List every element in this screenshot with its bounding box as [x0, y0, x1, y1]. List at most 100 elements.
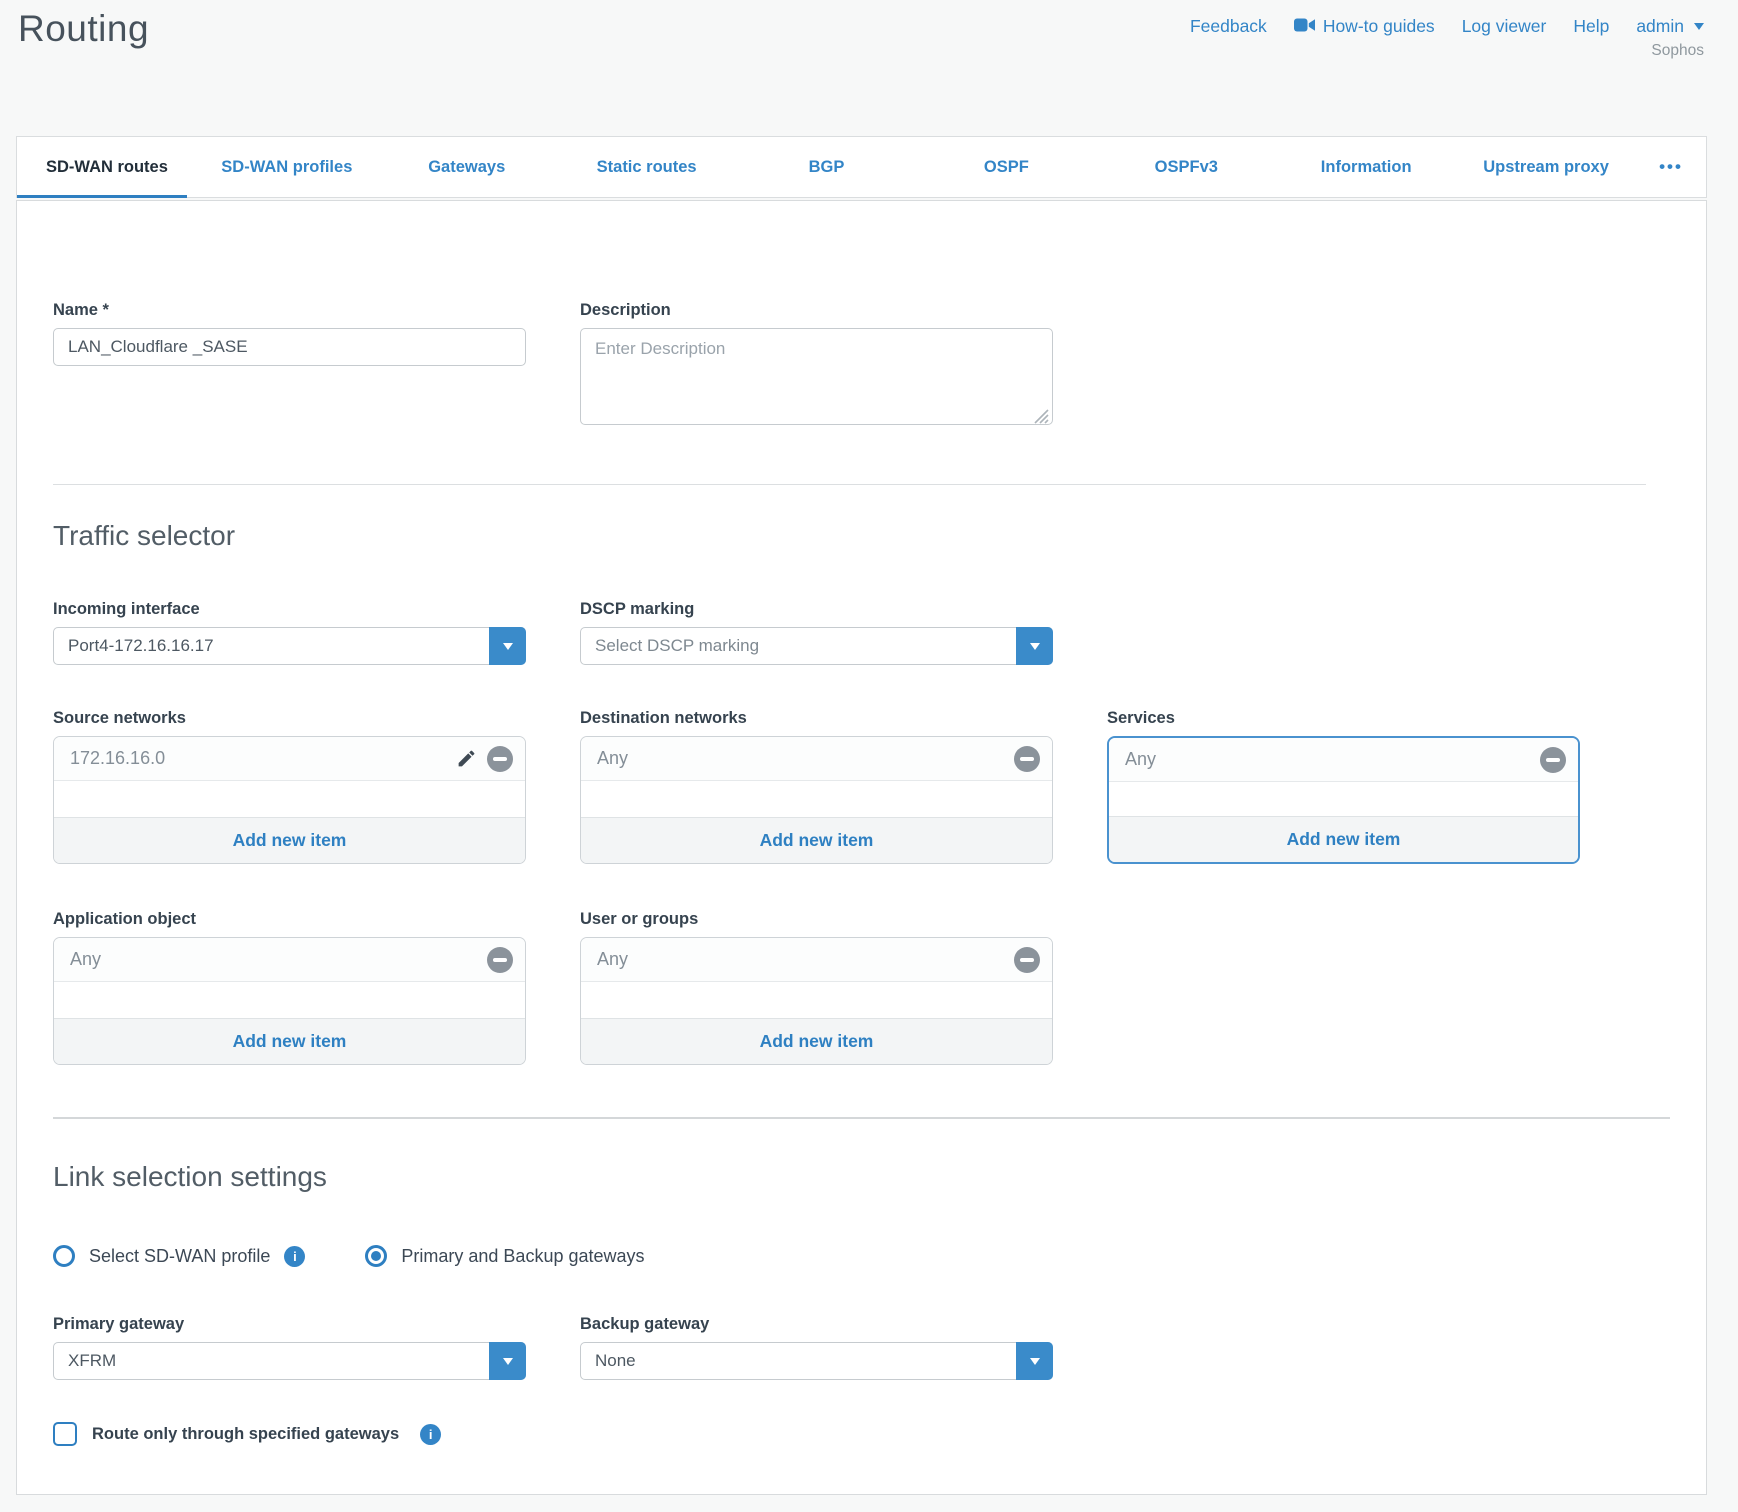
chevron-down-icon[interactable]	[1016, 1342, 1053, 1380]
description-field-group: Description	[580, 301, 1053, 430]
info-icon[interactable]: i	[420, 1424, 441, 1445]
networks-services-row: Source networks 172.16.16.0 Add new item…	[53, 709, 1670, 864]
list-item-value: 172.16.16.0	[70, 748, 456, 769]
add-service-button[interactable]: Add new item	[1109, 816, 1578, 862]
name-input[interactable]	[53, 328, 526, 366]
tab-static-routes[interactable]: Static routes	[557, 137, 737, 197]
page-title: Routing	[18, 8, 149, 50]
backup-gateway-group: Backup gateway None	[580, 1315, 1053, 1380]
tab-ospfv3[interactable]: OSPFv3	[1096, 137, 1276, 197]
section-divider	[53, 484, 1646, 485]
interface-dscp-row: Incoming interface Port4-172.16.16.17 DS…	[53, 600, 1670, 665]
add-user-group-button[interactable]: Add new item	[581, 1018, 1052, 1064]
route-only-row: Route only through specified gateways i	[53, 1422, 1670, 1446]
log-viewer-label: Log viewer	[1462, 16, 1547, 37]
remove-item-icon[interactable]	[1014, 746, 1040, 772]
sdwan-profile-radio[interactable]	[53, 1245, 75, 1267]
list-spacer	[1109, 782, 1578, 816]
user-menu[interactable]: admin	[1636, 16, 1704, 37]
primary-backup-radio[interactable]	[365, 1245, 387, 1267]
incoming-interface-group: Incoming interface Port4-172.16.16.17	[53, 600, 526, 665]
description-label: Description	[580, 301, 1053, 321]
description-textarea[interactable]	[580, 328, 1053, 425]
application-object-group: Application object Any Add new item	[53, 910, 526, 1065]
link-selection-radio-row: Select SD-WAN profile i Primary and Back…	[53, 1245, 1670, 1267]
remove-item-icon[interactable]	[1540, 747, 1566, 773]
list-item: 172.16.16.0	[54, 737, 525, 781]
resize-grip-icon[interactable]	[1034, 409, 1049, 424]
user-menu-label: admin	[1636, 16, 1684, 37]
add-application-button[interactable]: Add new item	[54, 1018, 525, 1064]
application-object-list: Any Add new item	[53, 937, 526, 1065]
services-list: Any Add new item	[1107, 736, 1580, 864]
destination-networks-label: Destination networks	[580, 709, 1053, 729]
route-only-checkbox[interactable]	[53, 1422, 77, 1446]
chevron-down-icon[interactable]	[489, 1342, 526, 1380]
list-item: Any	[54, 938, 525, 982]
gateways-row: Primary gateway XFRM Backup gateway None	[53, 1315, 1670, 1380]
tab-upstream-proxy[interactable]: Upstream proxy	[1456, 137, 1636, 197]
feedback-link[interactable]: Feedback	[1190, 16, 1267, 37]
more-tabs-button[interactable]: •••	[1636, 137, 1706, 197]
backup-gateway-label: Backup gateway	[580, 1315, 1053, 1335]
feedback-label: Feedback	[1190, 16, 1267, 37]
primary-gateway-value: XFRM	[68, 1351, 116, 1371]
page-header: Routing Feedback How-to guides Log viewe…	[0, 0, 1738, 136]
destination-networks-group: Destination networks Any Add new item	[580, 709, 1053, 864]
remove-item-icon[interactable]	[1014, 947, 1040, 973]
dscp-marking-label: DSCP marking	[580, 600, 1053, 620]
traffic-selector-heading: Traffic selector	[53, 518, 1670, 554]
name-description-row: Name * Description	[53, 201, 1670, 430]
list-spacer	[54, 781, 525, 817]
incoming-interface-value: Port4-172.16.16.17	[68, 636, 214, 656]
name-label: Name *	[53, 301, 526, 321]
user-groups-group: User or groups Any Add new item	[580, 910, 1053, 1065]
log-viewer-link[interactable]: Log viewer	[1462, 16, 1547, 37]
routing-page: Routing Feedback How-to guides Log viewe…	[0, 0, 1738, 1512]
howto-guides-label: How-to guides	[1323, 16, 1435, 37]
list-item-value: Any	[70, 949, 487, 970]
user-groups-list: Any Add new item	[580, 937, 1053, 1065]
source-networks-group: Source networks 172.16.16.0 Add new item	[53, 709, 526, 864]
add-source-network-button[interactable]: Add new item	[54, 817, 525, 863]
pencil-icon[interactable]	[456, 748, 477, 769]
backup-gateway-value: None	[595, 1351, 636, 1371]
brand-label: Sophos	[1651, 42, 1704, 60]
video-camera-icon	[1294, 16, 1315, 37]
list-spacer	[54, 982, 525, 1018]
tab-bgp[interactable]: BGP	[737, 137, 917, 197]
services-group: Services Any Add new item	[1107, 709, 1580, 864]
primary-gateway-group: Primary gateway XFRM	[53, 1315, 526, 1380]
help-link[interactable]: Help	[1573, 16, 1609, 37]
routing-tab-bar: SD-WAN routes SD-WAN profiles Gateways S…	[16, 136, 1707, 198]
dscp-marking-dropdown[interactable]: Select DSCP marking	[580, 627, 1053, 665]
add-destination-network-button[interactable]: Add new item	[581, 817, 1052, 863]
chevron-down-icon[interactable]	[489, 627, 526, 665]
services-label: Services	[1107, 709, 1580, 729]
list-item: Any	[581, 938, 1052, 982]
remove-item-icon[interactable]	[487, 746, 513, 772]
tab-sdwan-profiles[interactable]: SD-WAN profiles	[197, 137, 377, 197]
incoming-interface-dropdown[interactable]: Port4-172.16.16.17	[53, 627, 526, 665]
source-networks-label: Source networks	[53, 709, 526, 729]
link-selection-heading: Link selection settings	[53, 1159, 1670, 1195]
list-item: Any	[1109, 738, 1578, 782]
application-users-row: Application object Any Add new item User…	[53, 910, 1670, 1065]
remove-item-icon[interactable]	[487, 947, 513, 973]
tab-sdwan-routes[interactable]: SD-WAN routes	[17, 137, 197, 197]
backup-gateway-dropdown[interactable]: None	[580, 1342, 1053, 1380]
help-label: Help	[1573, 16, 1609, 37]
primary-backup-radio-label: Primary and Backup gateways	[401, 1246, 644, 1267]
primary-gateway-label: Primary gateway	[53, 1315, 526, 1335]
howto-guides-link[interactable]: How-to guides	[1294, 16, 1435, 37]
user-groups-label: User or groups	[580, 910, 1053, 930]
primary-gateway-dropdown[interactable]: XFRM	[53, 1342, 526, 1380]
info-icon[interactable]: i	[284, 1246, 305, 1267]
tab-information[interactable]: Information	[1276, 137, 1456, 197]
chevron-down-icon[interactable]	[1016, 627, 1053, 665]
chevron-down-icon	[1694, 23, 1704, 30]
tab-ospf[interactable]: OSPF	[916, 137, 1096, 197]
list-item-value: Any	[597, 949, 1014, 970]
tab-gateways[interactable]: Gateways	[377, 137, 557, 197]
list-spacer	[581, 982, 1052, 1018]
